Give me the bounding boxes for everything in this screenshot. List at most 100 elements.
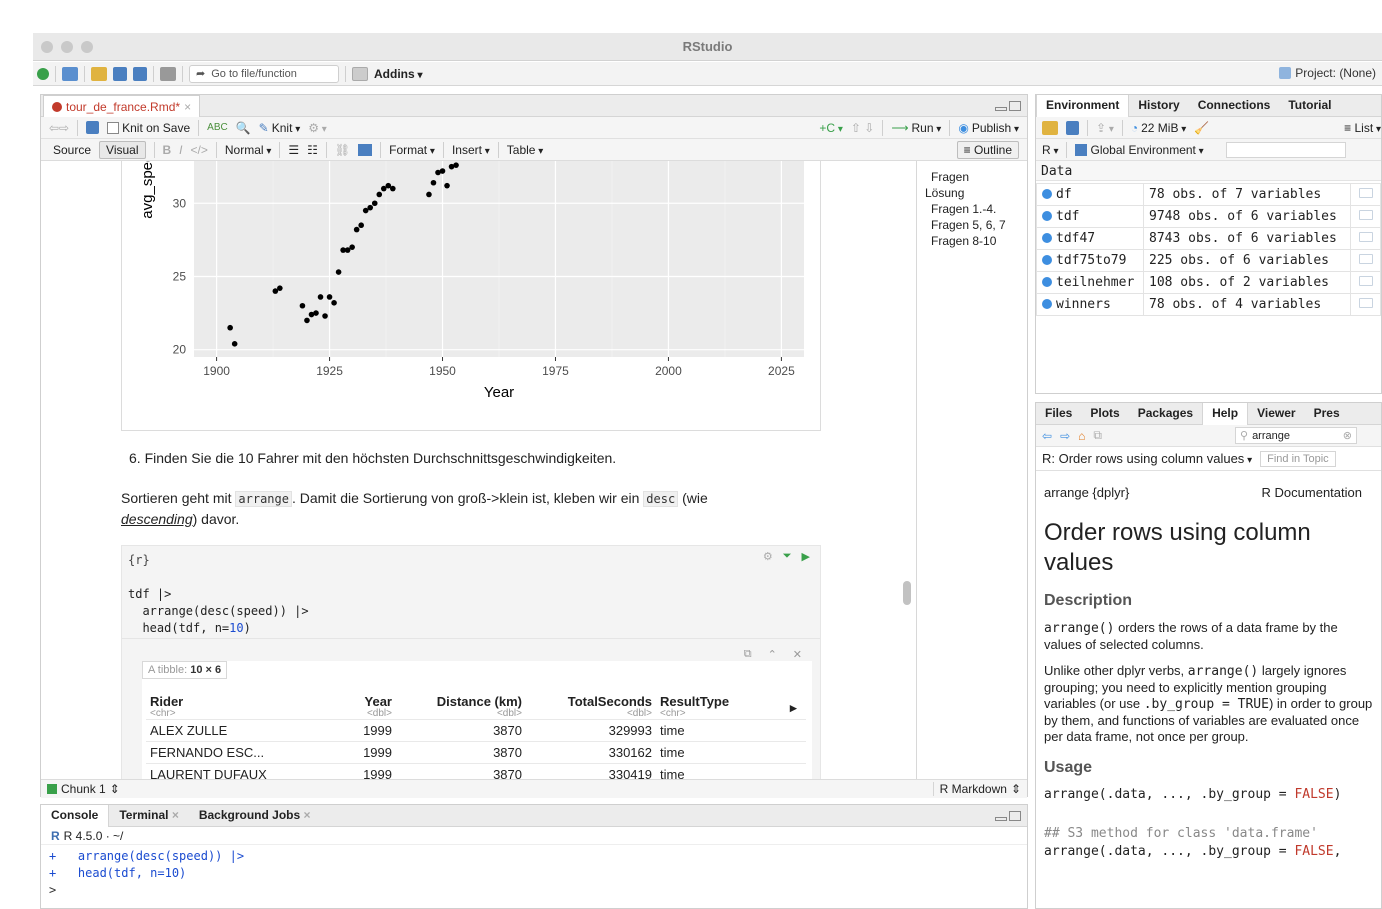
expand-icon[interactable] — [1042, 211, 1052, 221]
outline-item[interactable]: Lösung — [925, 185, 1020, 201]
expand-icon[interactable] — [1042, 189, 1052, 199]
memory-usage[interactable]: ◔ 22 MiB — [1131, 121, 1186, 135]
tab-viewer[interactable]: Viewer — [1248, 403, 1304, 425]
show-in-window-icon[interactable]: ⧉ — [744, 648, 752, 661]
language-select[interactable]: R — [1042, 143, 1058, 157]
broom-icon[interactable]: 🧹 — [1194, 121, 1209, 135]
tab-console[interactable]: Console — [41, 804, 110, 827]
addins-menu[interactable]: Addins — [374, 67, 422, 81]
insert-menu[interactable]: Insert — [452, 143, 490, 157]
minimize-pane-icon[interactable] — [995, 107, 1007, 111]
chunk-settings-icon[interactable]: ⚙ — [763, 550, 773, 563]
tab-history[interactable]: History — [1129, 95, 1188, 117]
env-item-tdf47[interactable]: tdf47 8743 obs. of 6 variables — [1036, 227, 1381, 250]
bold-button[interactable]: B — [163, 143, 172, 157]
tab-files[interactable]: Files — [1036, 403, 1081, 425]
save-icon[interactable] — [86, 121, 100, 134]
tab-environment[interactable]: Environment — [1036, 94, 1130, 117]
image-icon[interactable] — [358, 143, 373, 156]
env-item-teilnehmer[interactable]: teilnehmer 108 obs. of 2 variables — [1036, 271, 1381, 294]
view-data-icon[interactable] — [1358, 210, 1373, 220]
save-icon[interactable] — [113, 66, 127, 81]
env-search-input[interactable] — [1225, 141, 1346, 158]
publish-button[interactable]: ◉ Publish — [958, 121, 1019, 135]
minimize-pane-icon[interactable] — [995, 817, 1007, 821]
expand-icon[interactable] — [1042, 233, 1052, 243]
italic-button[interactable]: I — [179, 143, 182, 157]
open-file-icon[interactable] — [91, 66, 107, 81]
expand-icon[interactable] — [1042, 255, 1052, 265]
save-all-icon[interactable] — [133, 66, 147, 81]
bullet-list-icon[interactable]: ☰ — [288, 143, 299, 157]
tab-packages[interactable]: Packages — [1129, 403, 1202, 425]
run-chunk-icon[interactable]: ▶ — [802, 550, 810, 563]
scope-select[interactable]: Global Environment — [1075, 143, 1203, 157]
link-icon[interactable]: ⛓ — [335, 143, 350, 157]
go-to-file-input[interactable]: ➦ Go to file/function — [189, 64, 339, 83]
console-output[interactable]: + arrange(desc(speed)) |> + head(tdf, n=… — [49, 848, 244, 899]
home-icon[interactable]: ⌂ — [1078, 429, 1085, 443]
insert-chunk-icon[interactable]: +C — [819, 121, 843, 135]
tab-help[interactable]: Help — [1202, 403, 1249, 425]
back-forward-icon[interactable]: ⇦⇨ — [49, 121, 69, 135]
chunk-status[interactable]: Chunk 1 — [61, 782, 106, 796]
clear-search-icon[interactable]: ⊗ — [1343, 429, 1352, 442]
code-chunk[interactable]: {r} ⚙ ⏷ ▶ tdf |> arrange(desc(speed)) |>… — [121, 545, 821, 779]
tab-terminal[interactable]: Terminal × — [109, 805, 188, 827]
topic-select[interactable]: R: Order rows using column values — [1042, 451, 1252, 466]
document-scrollbar[interactable] — [903, 581, 911, 605]
tab-connections[interactable]: Connections — [1189, 95, 1280, 117]
knit-on-save-checkbox[interactable]: Knit on Save — [107, 121, 190, 135]
paragraph-style-select[interactable]: Normal — [225, 143, 271, 157]
visual-mode-button[interactable]: Visual — [99, 140, 146, 159]
list-mode-select[interactable]: ≡ List — [1344, 121, 1381, 135]
format-menu[interactable]: Format — [389, 143, 435, 157]
outline-item[interactable]: Fragen 1.-4. — [925, 201, 1020, 217]
back-icon[interactable]: ⇦ — [1042, 429, 1052, 443]
spellcheck-icon[interactable]: ABC — [207, 122, 228, 133]
import-dataset-icon[interactable]: ⇪ — [1096, 121, 1114, 135]
help-search-input[interactable]: ⚲ arrange ⊗ — [1235, 427, 1357, 444]
doc-type-select[interactable]: R Markdown — [932, 782, 1007, 796]
tab-tutorial[interactable]: Tutorial — [1279, 95, 1340, 117]
env-item-winners[interactable]: winners 78 obs. of 4 variables — [1036, 293, 1381, 316]
env-item-df[interactable]: df 78 obs. of 7 variables — [1036, 183, 1381, 206]
load-workspace-icon[interactable] — [1042, 120, 1058, 135]
forward-icon[interactable]: ⇨ — [1060, 429, 1070, 443]
expand-icon[interactable] — [1042, 299, 1052, 309]
view-data-icon[interactable] — [1358, 276, 1373, 286]
project-menu[interactable]: Project: (None) — [1279, 66, 1376, 80]
maximize-pane-icon[interactable] — [1009, 101, 1021, 111]
source-mode-button[interactable]: Source — [53, 143, 91, 157]
outline-item[interactable]: Fragen 5, 6, 7 — [925, 217, 1020, 233]
find-in-topic-input[interactable]: Find in Topic — [1260, 450, 1336, 467]
view-data-icon[interactable] — [1358, 298, 1373, 308]
chunk-code[interactable]: tdf |> arrange(desc(speed)) |> head(tdf,… — [128, 586, 309, 637]
env-item-tdf[interactable]: tdf 9748 obs. of 6 variables — [1036, 205, 1381, 228]
code-button[interactable]: </> — [191, 143, 208, 157]
save-workspace-icon[interactable] — [1066, 120, 1079, 135]
new-project-icon[interactable] — [62, 66, 78, 81]
document-area[interactable]: 1900 1925 1950 1975 2000 2025 20 25 30 Year avg_sp… — [41, 161, 916, 779]
tab-tour-de-france[interactable]: tour_de_france.Rmd* × — [43, 95, 201, 117]
next-columns-icon[interactable]: ▸ — [786, 695, 806, 720]
tab-presentation[interactable]: Pres — [1305, 403, 1349, 425]
expand-icon[interactable] — [1042, 277, 1052, 287]
view-data-icon[interactable] — [1358, 232, 1373, 242]
settings-gear-icon[interactable]: ⚙ — [308, 121, 327, 135]
knit-button[interactable]: ✎ Knit — [259, 121, 301, 135]
collapse-output-icon[interactable]: ⌃ — [768, 648, 777, 661]
numbered-list-icon[interactable]: ☷ — [307, 143, 318, 157]
run-button[interactable]: ⟶ Run — [891, 121, 941, 135]
close-tab-icon[interactable]: × — [184, 100, 191, 114]
table-menu[interactable]: Table — [507, 143, 544, 157]
outline-button[interactable]: ≡ Outline — [956, 140, 1019, 159]
clear-output-icon[interactable]: ✕ — [793, 648, 802, 661]
env-item-tdf75to79[interactable]: tdf75to79 225 obs. of 6 variables — [1036, 249, 1381, 272]
maximize-pane-icon[interactable] — [1009, 811, 1021, 821]
grid-icon[interactable] — [352, 66, 368, 81]
print-icon[interactable] — [160, 66, 176, 81]
view-data-icon[interactable] — [1358, 254, 1373, 264]
tab-plots[interactable]: Plots — [1081, 403, 1128, 425]
chunk-nav-icon[interactable]: ⇧ ⇩ — [851, 121, 874, 135]
